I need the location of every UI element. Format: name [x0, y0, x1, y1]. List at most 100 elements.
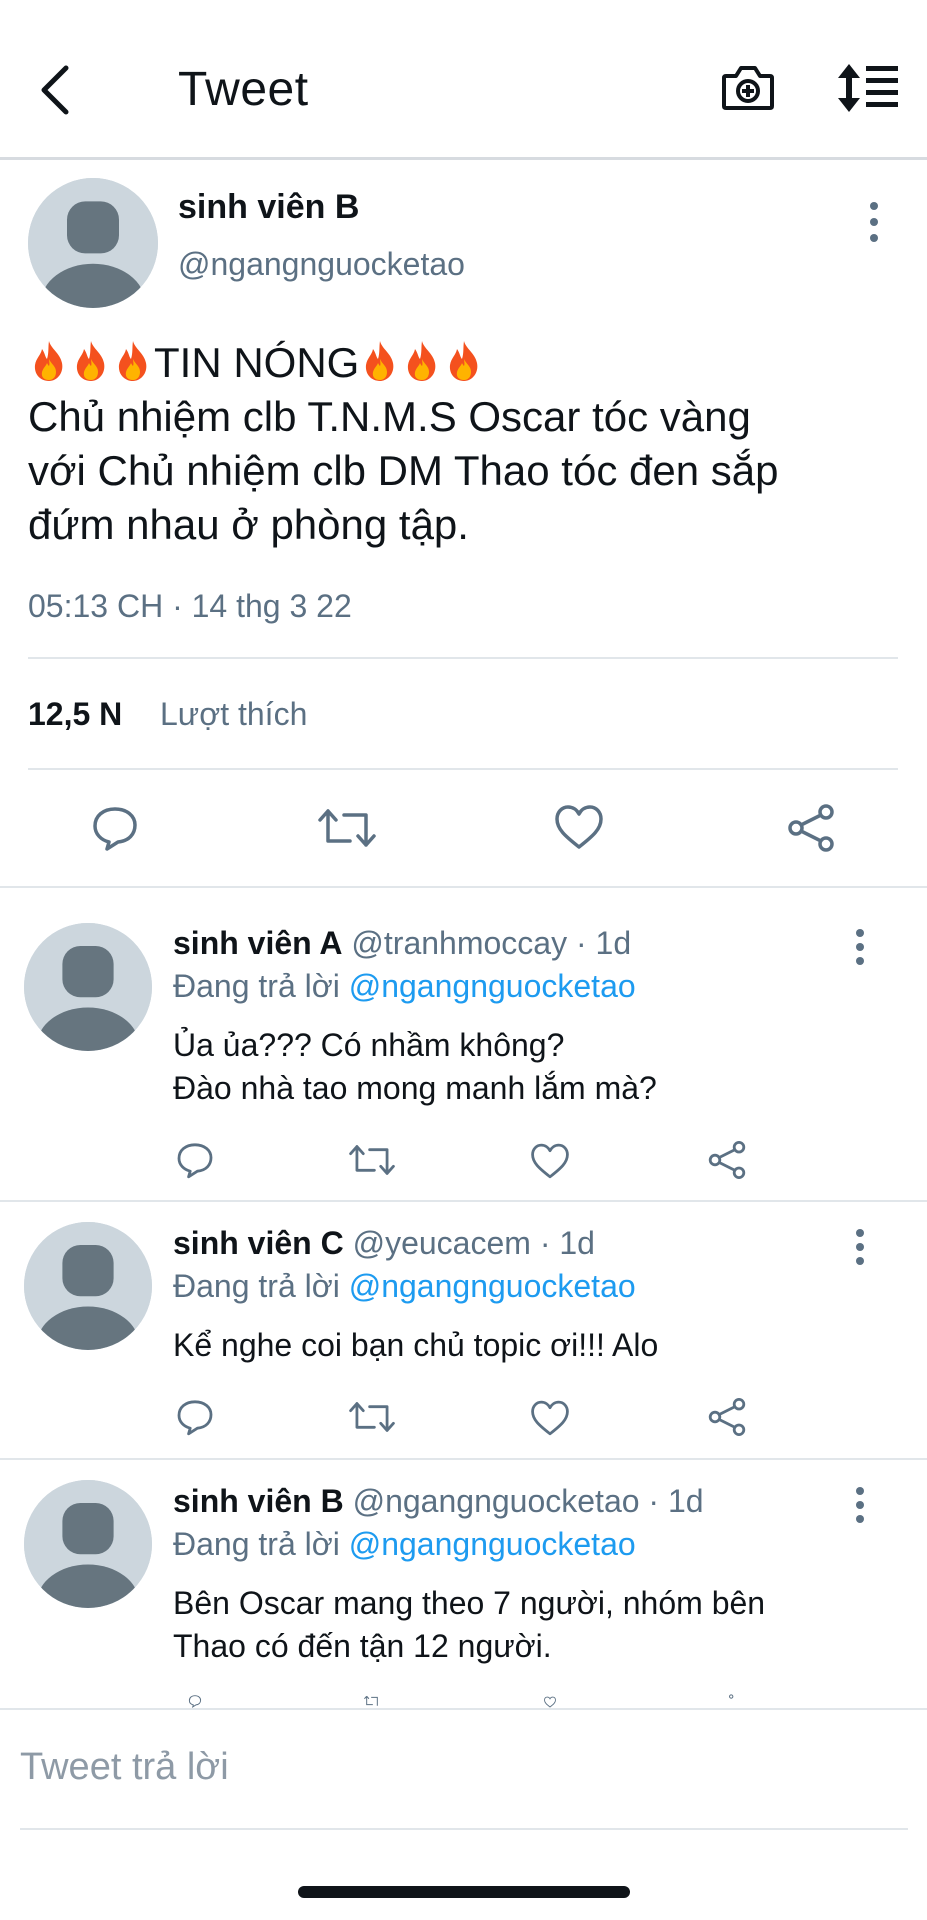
reply-meta: @ngangnguocketao · 1d [352, 1483, 704, 1519]
share-icon [729, 1694, 734, 1699]
retweet-icon [318, 809, 376, 847]
retweet-button[interactable] [318, 803, 376, 853]
share-button[interactable] [707, 1140, 747, 1180]
fire-emoji-icon [401, 339, 443, 383]
tweet-body: TIN NÓNG Chủ nhiệm clb T.N.M.S Oscar tóc… [28, 336, 908, 552]
reply-body-line: Thao có đến tận 12 người. [173, 1628, 552, 1664]
reply-body: Bên Oscar mang theo 7 người, nhóm bên Th… [173, 1582, 903, 1668]
like-button[interactable] [529, 1142, 571, 1180]
page-title: Tweet [178, 63, 309, 116]
tweet-body-line: Chủ nhiệm clb T.N.M.S Oscar tóc vàng [28, 393, 751, 440]
more-options-button[interactable] [848, 1485, 872, 1525]
fire-emoji-group [359, 339, 485, 386]
replying-to-label: Đang trả lời [173, 1526, 340, 1562]
reply-body: Ủa ủa??? Có nhầm không? Đào nhà tao mong… [173, 1024, 903, 1110]
likes-count[interactable]: 12,5 N [28, 696, 122, 733]
home-indicator[interactable] [298, 1886, 630, 1898]
retweet-icon [349, 1402, 395, 1432]
reply-author[interactable]: sinh viên A @tranhmoccay · 1d [173, 925, 631, 962]
reply-body: Kể nghe coi bạn chủ topic ơi!!! Alo [173, 1324, 903, 1367]
reply-meta: @tranhmoccay · 1d [351, 925, 632, 961]
more-options-button[interactable] [848, 1227, 872, 1267]
share-button[interactable] [707, 1694, 747, 1708]
likes-label[interactable]: Lượt thích [160, 696, 307, 733]
comment-icon [177, 1400, 213, 1436]
reply-compose-bar: Tweet trả lời [0, 1708, 927, 1830]
like-button[interactable] [529, 1696, 571, 1708]
reply-author[interactable]: sinh viên B @ngangnguocketao · 1d [173, 1483, 704, 1520]
like-button[interactable] [553, 803, 605, 851]
retweet-button[interactable] [349, 1140, 395, 1180]
tweet-timestamp[interactable]: 05:13 CH · 14 thg 3 22 [28, 588, 352, 625]
reply-button[interactable] [175, 1397, 215, 1437]
divider [0, 1458, 927, 1460]
share-icon [788, 804, 834, 852]
more-vertical-icon [870, 202, 878, 242]
replying-to-label: Đang trả lời [173, 968, 340, 1004]
fire-emoji-icon [443, 339, 485, 383]
tweet-body-line: với Chủ nhiệm clb DM Thao tóc đen sắp [28, 447, 779, 494]
reply-body-line: Kể nghe coi bạn chủ topic ơi!!! Alo [173, 1327, 659, 1363]
sort-button[interactable] [836, 62, 902, 114]
mention-link[interactable]: @ngangnguocketao [349, 1268, 636, 1304]
avatar[interactable] [24, 923, 152, 1051]
fire-emoji-icon [112, 339, 154, 383]
avatar[interactable] [28, 178, 158, 308]
reply-button[interactable] [90, 803, 140, 853]
divider [0, 1200, 927, 1202]
reply-author[interactable]: sinh viên C @yeucacem · 1d [173, 1225, 595, 1262]
author-name[interactable]: sinh viên B [178, 188, 359, 227]
fire-emoji-icon [28, 339, 70, 383]
reply-button[interactable] [175, 1694, 215, 1708]
divider [28, 657, 898, 659]
heart-icon [555, 805, 603, 849]
back-button[interactable] [30, 60, 80, 120]
reply-body-line: Bên Oscar mang theo 7 người, nhóm bên [173, 1585, 766, 1621]
retweet-icon [349, 1145, 395, 1175]
heart-icon [531, 1143, 569, 1179]
replying-to: Đang trả lời @ngangnguocketao [173, 968, 636, 1005]
tweet-headline: TIN NÓNG [28, 336, 908, 390]
reply-input[interactable]: Tweet trả lời [20, 1746, 229, 1789]
author-handle[interactable]: @ngangnguocketao [178, 246, 465, 283]
retweet-button[interactable] [349, 1694, 395, 1708]
fire-emoji-icon [70, 339, 112, 383]
mention-link[interactable]: @ngangnguocketao [349, 1526, 636, 1562]
tweet-body-line: đứm nhau ở phòng tập. [28, 501, 469, 548]
reply-author-name: sinh viên A [173, 925, 343, 961]
fire-emoji-group [28, 339, 154, 386]
share-icon [708, 1141, 746, 1179]
reply-body-line: Đào nhà tao mong manh lắm mà? [173, 1070, 657, 1106]
more-options-button[interactable] [862, 200, 886, 244]
camera-button[interactable] [720, 62, 776, 114]
replying-to: Đang trả lời @ngangnguocketao [173, 1526, 636, 1563]
comment-icon [188, 1695, 202, 1708]
default-avatar-icon [24, 1222, 152, 1350]
share-button[interactable] [707, 1397, 747, 1437]
like-button[interactable] [529, 1399, 571, 1437]
replying-to-label: Đang trả lời [173, 1268, 340, 1304]
divider [0, 886, 927, 888]
avatar[interactable] [24, 1222, 152, 1350]
more-options-button[interactable] [848, 927, 872, 967]
reply-button[interactable] [175, 1140, 215, 1180]
mention-link[interactable]: @ngangnguocketao [349, 968, 636, 1004]
heart-icon [544, 1696, 556, 1708]
share-icon [708, 1398, 746, 1436]
default-avatar-icon [24, 1480, 152, 1608]
share-button[interactable] [786, 803, 836, 853]
retweet-icon [364, 1695, 378, 1706]
more-vertical-icon [856, 1229, 864, 1265]
camera-add-icon [722, 66, 774, 110]
fire-emoji-icon [359, 339, 401, 383]
headline-text: TIN NÓNG [154, 339, 360, 386]
avatar[interactable] [24, 1480, 152, 1608]
more-vertical-icon [856, 1487, 864, 1523]
top-bar: Tweet [0, 0, 927, 160]
default-avatar-icon [28, 178, 158, 308]
comment-icon [93, 807, 137, 851]
heart-icon [531, 1400, 569, 1436]
sort-list-icon [838, 64, 898, 112]
replying-to: Đang trả lời @ngangnguocketao [173, 1268, 636, 1305]
retweet-button[interactable] [349, 1397, 395, 1437]
